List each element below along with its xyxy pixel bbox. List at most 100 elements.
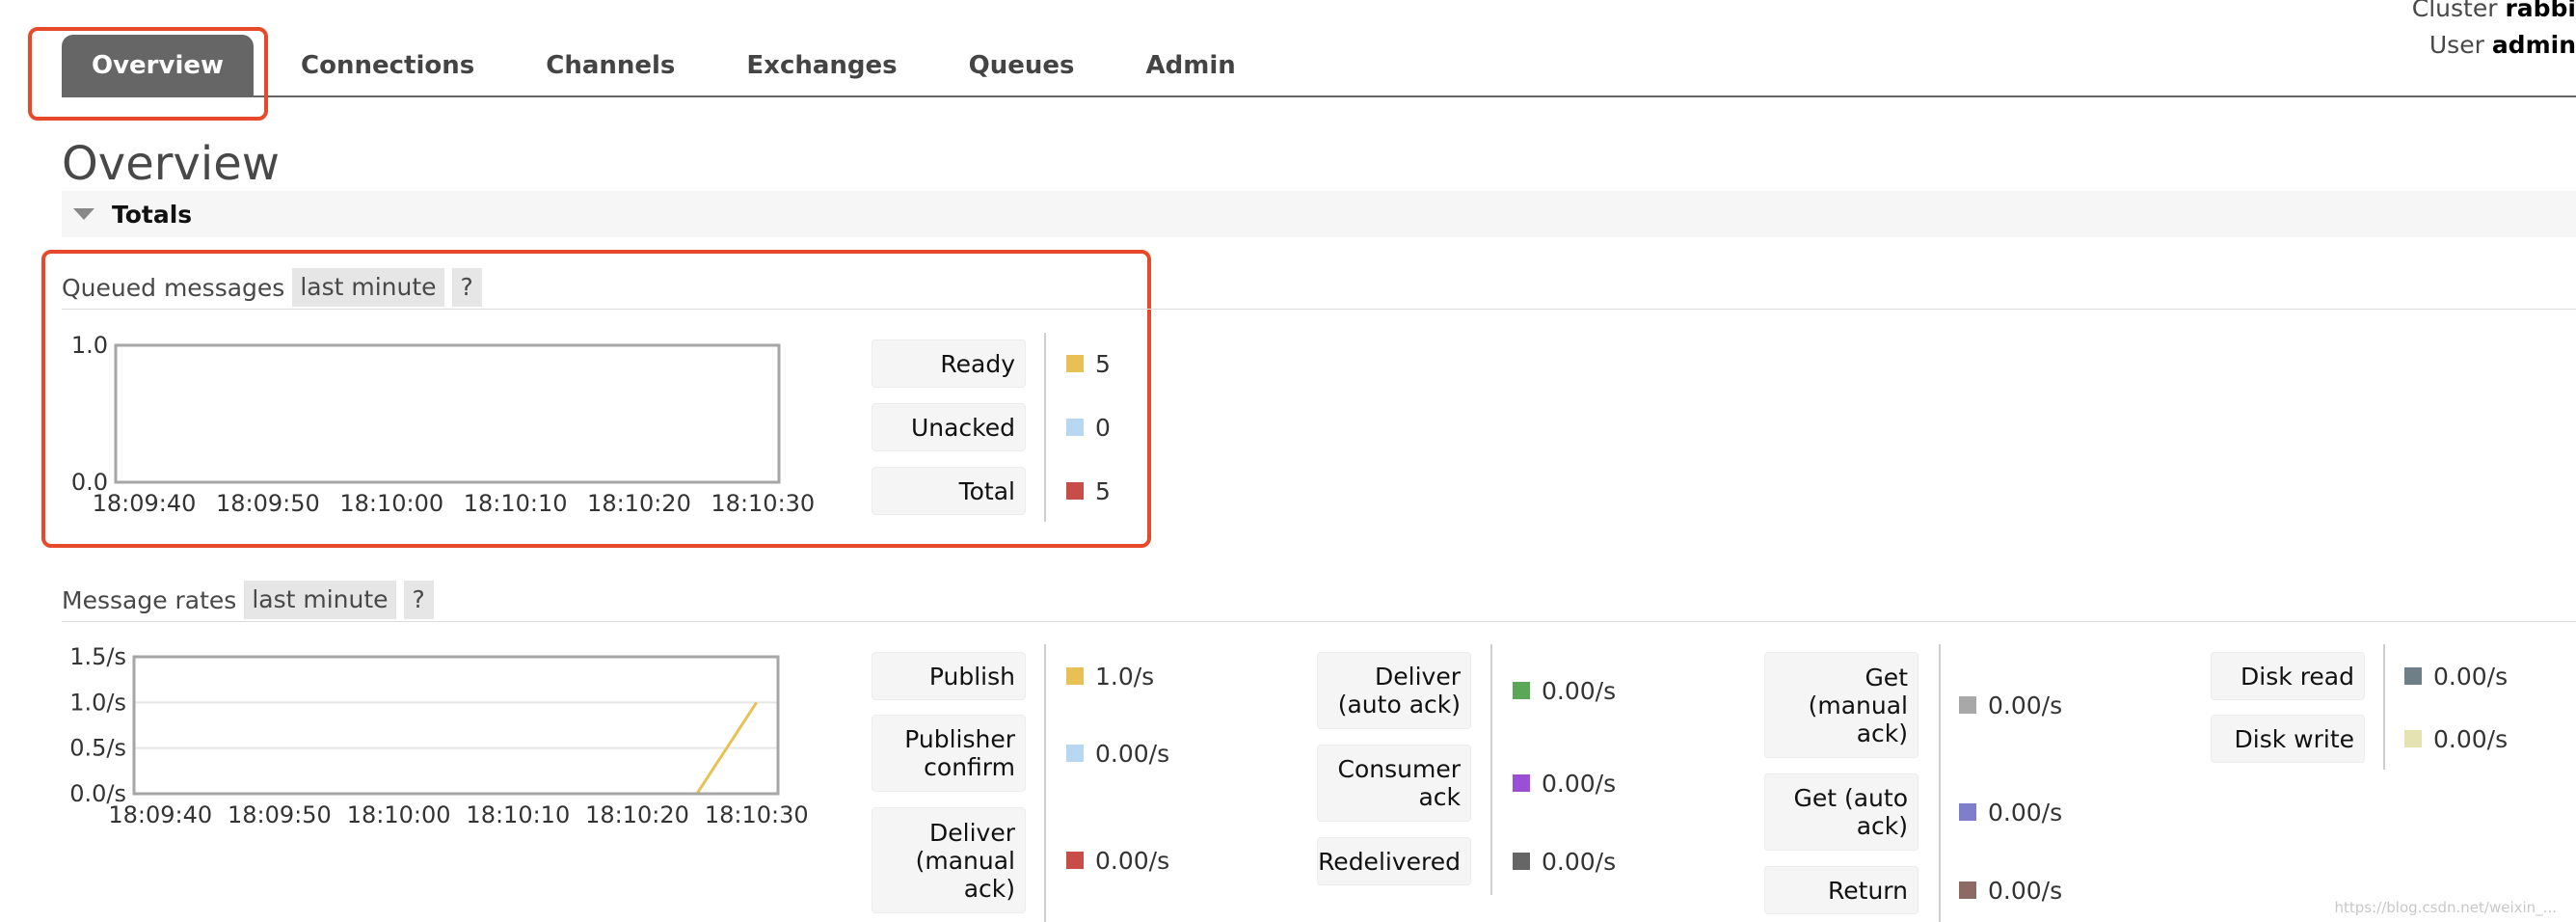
queued-messages-heading: Queued messages last minute ? [62,266,2576,310]
totals-title: Totals [112,200,193,229]
publisher-confirm-value: 0.00/s [1095,739,1170,768]
legend-unacked-value: 0 [1066,403,1111,451]
legend-get-auto-ack-value: 0.00/s [1959,773,2062,851]
legend-ready-value: 5 [1066,339,1111,388]
cluster-label: Cluster [2411,0,2498,22]
redelivered-value: 0.00/s [1542,847,1617,876]
legend-get-auto-ack-label[interactable]: Get (auto ack) [1764,773,1919,851]
legend-disk-write-value: 0.00/s [2404,715,2508,763]
legend-consumer-ack-value: 0.00/s [1513,745,1616,822]
header-info: Cluster rabbi User admin [2412,0,2576,64]
legend-unacked-label[interactable]: Unacked [872,403,1026,451]
redelivered-swatch [1513,853,1530,870]
y-tick-label: 1.0/s [69,689,126,716]
legend-disk-write-label[interactable]: Disk write [2211,715,2365,763]
disk-write-value: 0.00/s [2433,724,2509,753]
user-name[interactable]: admin [2492,31,2576,59]
cluster-name: rabbi [2505,0,2576,22]
tab-admin[interactable]: Admin [1111,35,1272,96]
consumer-ack-swatch [1513,774,1530,792]
ready-value: 5 [1095,349,1111,378]
collapse-triangle-icon[interactable] [73,208,94,220]
queued-help-button[interactable]: ? [451,268,482,307]
legend-deliver-auto-ack-value: 0.00/s [1513,652,1616,729]
user-row: User admin [2412,27,2576,64]
tab-channels[interactable]: Channels [510,35,711,96]
total-value: 5 [1095,476,1111,505]
x-tick-label: 18:10:10 [466,801,570,828]
get-manual-ack-swatch [1959,696,1976,714]
legend-redelivered-label[interactable]: Redelivered [1317,837,1471,885]
message-rates-chart: 0.0/s0.5/s1.0/s1.5/s18:09:40 18:09:50 18:1… [69,643,809,828]
legend-get-manual-ack-value: 0.00/s [1959,652,2062,758]
nav-divider [62,95,2576,97]
x-tick-label: 18:10:00 [347,801,451,828]
x-tick-label: 18:10:00 [339,490,443,517]
watermark: https://blog.csdn.net/weixin_... [2334,899,2557,916]
get-auto-ack-swatch [1959,803,1976,821]
publish-swatch [1066,667,1084,685]
tab-queues[interactable]: Queues [933,35,1111,96]
x-tick-label: 18:10:30 [711,490,815,517]
disk-write-swatch [2404,730,2422,747]
rates-range-selector[interactable]: last minute [244,581,396,619]
message-rates-label: Message rates [62,585,237,614]
get-auto-ack-value: 0.00/s [1988,798,2063,827]
legend-total-value: 5 [1066,467,1111,515]
unacked-value: 0 [1095,413,1111,442]
deliver-auto-ack-value: 0.00/s [1542,676,1617,705]
legend-publish-label[interactable]: Publish [872,652,1026,700]
legend-total-label[interactable]: Total [872,467,1026,515]
queued-legend-divider [1044,333,1046,522]
user-label: User [2428,31,2484,59]
queued-messages-chart: 0.01.018:09:40 18:09:50 18:10:00 18:10:10 18… [71,332,815,517]
y-tick-label: 1.5/s [69,643,126,670]
rates-col2-divider [1490,644,1492,895]
get-manual-ack-value: 0.00/s [1988,691,2063,719]
deliver-auto-ack-swatch [1513,682,1530,699]
tab-exchanges[interactable]: Exchanges [711,35,932,96]
message-rates-heading: Message rates last minute ? [62,579,2576,622]
legend-ready-label[interactable]: Ready [872,339,1026,388]
legend-deliver-manual-ack-label[interactable]: Deliver (manual ack) [872,807,1026,913]
x-tick-label: 18:09:40 [108,801,212,828]
legend-publisher-confirm-label[interactable]: Publisher confirm [872,715,1026,792]
x-tick-label: 18:10:30 [705,801,809,828]
deliver-manual-ack-swatch [1066,852,1084,869]
legend-deliver-auto-ack-label[interactable]: Deliver (auto ack) [1317,652,1471,729]
legend-publish-value: 1.0/s [1066,652,1154,700]
rates-col3-divider [1939,644,1941,922]
y-tick-label: 1.0 [71,332,108,359]
legend-deliver-manual-ack-value: 0.00/s [1066,807,1169,913]
ready-swatch [1066,355,1084,372]
cluster-row: Cluster rabbi [2412,0,2576,27]
page-title: Overview [62,137,280,191]
legend-consumer-ack-label[interactable]: Consumer ack [1317,745,1471,822]
plot-frame [114,343,781,484]
legend-get-manual-ack-label[interactable]: Get (manual ack) [1764,652,1919,758]
x-tick-label: 18:10:20 [587,490,691,517]
queued-range-selector[interactable]: last minute [292,268,444,307]
overview-tab-highlight [28,27,268,121]
plot-frame [132,655,780,796]
disk-read-value: 0.00/s [2433,662,2509,691]
return-swatch [1959,881,1976,899]
rates-col1-divider [1044,644,1046,922]
legend-disk-read-value: 0.00/s [2404,652,2508,700]
x-tick-label: 18:09:50 [216,490,320,517]
legend-return-label[interactable]: Return [1764,866,1919,914]
rates-help-button[interactable]: ? [403,581,434,619]
x-tick-label: 18:10:10 [464,490,568,517]
deliver-manual-ack-value: 0.00/s [1095,846,1170,875]
return-value: 0.00/s [1988,876,2063,905]
total-swatch [1066,482,1084,500]
queued-messages-label: Queued messages [62,273,285,302]
x-tick-label: 18:09:40 [93,490,197,517]
y-tick-label: 0.5/s [69,735,126,762]
legend-redelivered-value: 0.00/s [1513,837,1616,885]
legend-disk-read-label[interactable]: Disk read [2211,652,2365,700]
totals-section-header[interactable]: Totals [62,191,2576,237]
x-tick-label: 18:10:20 [585,801,689,828]
tab-connections[interactable]: Connections [265,35,510,96]
disk-read-swatch [2404,667,2422,685]
